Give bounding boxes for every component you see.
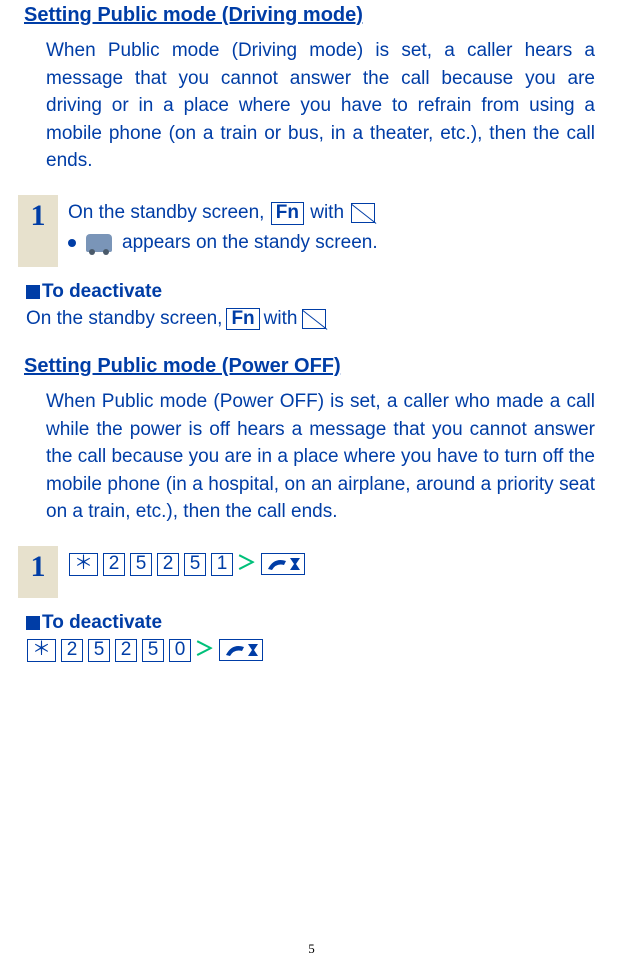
car-icon xyxy=(86,234,112,252)
deactivate-heading-driving: To deactivate xyxy=(26,281,605,303)
heading-text: To deactivate xyxy=(42,281,162,302)
step-number-badge: 1 xyxy=(18,546,58,598)
square-bullet-icon xyxy=(26,285,40,299)
key-2: 2 xyxy=(115,639,137,662)
step-1-poweroff: 1 ＊ 2 5 2 5 1＞ xyxy=(18,546,605,598)
square-bullet-icon xyxy=(26,616,40,630)
key-2: 2 xyxy=(157,553,179,576)
key-star: ＊ xyxy=(69,553,98,576)
key-5: 5 xyxy=(142,639,164,662)
call-key-icon xyxy=(261,553,305,575)
call-key-icon xyxy=(219,639,263,661)
key-5: 5 xyxy=(130,553,152,576)
fn-key: Fn xyxy=(271,202,304,225)
step-content: On the standby screen, Fn with appears o… xyxy=(68,195,378,258)
key-5: 5 xyxy=(88,639,110,662)
step-1-driving: 1 On the standby screen, Fn with appears… xyxy=(18,195,605,267)
step-line-1: On the standby screen, Fn with xyxy=(68,199,378,228)
section-title-driving: Setting Public mode (Driving mode) xyxy=(24,4,605,27)
deactivate-line-poweroff: ＊ 2 5 2 5 0＞ xyxy=(26,636,605,665)
paragraph-driving: When Public mode (Driving mode) is set, … xyxy=(46,37,595,175)
text-fragment: On the standby screen, xyxy=(68,202,270,223)
step-content: ＊ 2 5 2 5 1＞ xyxy=(68,546,305,579)
text-fragment: with xyxy=(264,305,298,334)
fn-key: Fn xyxy=(226,308,259,331)
key-5: 5 xyxy=(184,553,206,576)
key-0: 0 xyxy=(169,639,191,662)
text-fragment: On the standby screen, xyxy=(26,305,222,334)
step-bullet-row: appears on the standy screen. xyxy=(68,229,378,258)
heading-text: To deactivate xyxy=(42,612,162,633)
key-1: 1 xyxy=(211,553,233,576)
deactivate-heading-poweroff: To deactivate xyxy=(26,612,605,634)
deactivate-line-driving: On the standby screen, Fn with xyxy=(26,305,605,334)
arrow-gt: ＞ xyxy=(195,636,214,665)
key-star: ＊ xyxy=(27,639,56,662)
diagonal-key-icon xyxy=(351,203,375,223)
paragraph-poweroff: When Public mode (Power OFF) is set, a c… xyxy=(46,388,595,526)
arrow-gt: ＞ xyxy=(237,550,256,579)
bullet-icon xyxy=(68,239,76,247)
text-fragment: with xyxy=(305,202,349,223)
text-fragment: appears on the standy screen. xyxy=(122,229,378,258)
step-number-badge: 1 xyxy=(18,195,58,267)
diagonal-key-icon xyxy=(302,309,326,329)
key-2: 2 xyxy=(103,553,125,576)
page-number: 5 xyxy=(0,941,623,957)
section-title-poweroff: Setting Public mode (Power OFF) xyxy=(24,355,605,378)
key-2: 2 xyxy=(61,639,83,662)
